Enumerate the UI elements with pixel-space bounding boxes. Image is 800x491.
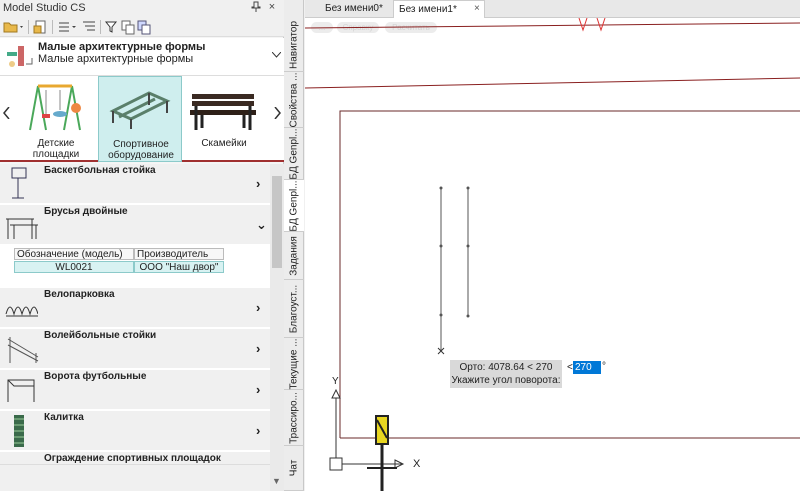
list-scrollbar[interactable]: ▼ (270, 164, 284, 491)
tab-routing[interactable]: Трассиро... (284, 390, 304, 446)
panel-footer (0, 464, 270, 491)
degree-symbol: ° (602, 361, 606, 372)
rotation-tooltip: Орто: 4078.64 < 270 Укажите угол поворот… (450, 360, 562, 388)
list-item-name: Ворота футбольные (44, 371, 147, 382)
model-detail-table: Обозначение (модель) Производитель WL002… (14, 248, 224, 274)
pin-icon[interactable] (250, 1, 262, 15)
chevron-right-icon[interactable]: › (256, 176, 260, 191)
gallery-next-icon[interactable] (274, 106, 281, 122)
tab-tasks[interactable]: Задания (284, 232, 304, 280)
category-subtitle: Малые архитектурные формы (38, 53, 194, 65)
tab-landscaping[interactable]: Благоуст... (284, 280, 304, 338)
open-folder-icon[interactable] (3, 19, 25, 35)
gallery-item-label: Спортивное оборудование (108, 139, 174, 161)
model-studio-panel: Model Studio CS × Малые архитектурные фо… (0, 0, 284, 491)
tab-db-genplan-1[interactable]: БД Genpl... (284, 128, 304, 180)
list-item-name: Калитка (44, 412, 84, 423)
parallel-bars-thumbnail-icon (109, 91, 171, 129)
side-tabs: Навигатор Свойства ... БД Genpl... БД Ge… (284, 0, 304, 491)
gallery-item-playgrounds[interactable]: Детские площадки (14, 76, 98, 162)
gallery-item-sports-equipment[interactable]: Спортивное оборудование (98, 76, 182, 162)
toolbar-separator (100, 20, 101, 34)
tab-properties[interactable]: Свойства ... (284, 72, 304, 128)
close-icon[interactable]: × (474, 3, 480, 14)
playground-thumbnail-icon (29, 84, 81, 131)
list-item-bicycle-parking[interactable]: Велопарковка › (0, 288, 270, 328)
insert-icon[interactable] (33, 19, 49, 35)
tab-document-0[interactable]: Без имени0* (319, 0, 393, 18)
tab-navigator[interactable]: Навигатор (284, 18, 304, 72)
drawing-canvas[interactable]: ... Справку Расчитать Y X Орто: 4078.64 … (305, 18, 800, 491)
gallery-item-label: Скамейки (201, 138, 247, 149)
paste-icon[interactable] (136, 19, 152, 35)
sort-icon[interactable] (81, 19, 97, 35)
chevron-right-icon[interactable]: › (256, 382, 260, 397)
list-item-gate[interactable]: Калитка › (0, 411, 270, 451)
detail-column-header: Производитель (134, 248, 224, 260)
gallery-item-benches[interactable]: Скамейки (182, 76, 266, 162)
list-item-basketball[interactable]: Баскетбольная стойка › (0, 164, 270, 204)
list-item-parallel-bars[interactable]: Брусья двойные ⌄ (0, 205, 270, 245)
chevron-right-icon[interactable]: › (256, 423, 260, 438)
detail-column-header: Обозначение (модель) (14, 248, 134, 260)
category-title: Малые архитектурные формы (38, 41, 206, 53)
tab-chat[interactable]: Чат (284, 446, 304, 491)
bicycle-parking-icon (5, 306, 38, 317)
tab-db-genplan-2[interactable]: БД Genpl... (284, 180, 304, 232)
list-item-volleyball[interactable]: Волейбольные стойки › (0, 329, 270, 369)
scroll-down-icon[interactable]: ▼ (272, 476, 281, 486)
chevron-right-icon[interactable]: › (256, 341, 260, 356)
gallery-prev-icon[interactable] (3, 106, 10, 122)
tab-document-1[interactable]: Без имени1* × (393, 0, 485, 18)
filter-icon[interactable] (104, 19, 120, 35)
panel-title: Model Studio CS (3, 2, 86, 14)
list-item-football-goals[interactable]: Ворота футбольные › (0, 370, 270, 410)
angle-prefix: < (567, 362, 573, 373)
bench-thumbnail-icon (190, 94, 256, 130)
angle-input[interactable]: 270 (573, 361, 601, 374)
view-list-icon[interactable] (57, 19, 79, 35)
detail-cell-model[interactable]: WL0021 (14, 261, 134, 273)
panel-titlebar: Model Studio CS × (0, 0, 284, 17)
detail-cell-manufacturer[interactable]: ООО "Наш двор" (134, 261, 224, 273)
volleyball-posts-icon (7, 337, 39, 363)
close-icon[interactable]: × (266, 1, 278, 15)
model-list: Баскетбольная стойка › Брусья двойные ⌄ … (0, 164, 270, 464)
list-item-fence[interactable]: Ограждение спортивных площадок (0, 452, 270, 464)
ortho-readout: Орто: 4078.64 < 270 (459, 362, 553, 373)
ucs-x-label: X (413, 458, 421, 470)
chevron-right-icon[interactable]: › (256, 300, 260, 315)
rotation-prompt: Укажите угол поворота: (451, 375, 561, 386)
scrollbar-thumb[interactable] (272, 176, 282, 268)
football-goal-icon (7, 379, 35, 402)
tab-current[interactable]: Текущие ... (284, 338, 304, 390)
category-icon (4, 42, 34, 75)
list-item-name: Баскетбольная стойка (44, 165, 156, 176)
list-item-name: Брусья двойные (44, 206, 128, 217)
basketball-stand-icon (11, 167, 27, 199)
list-item-name: Ограждение спортивных площадок (44, 453, 221, 464)
gallery-item-label: Детские площадки (32, 138, 80, 160)
subcategory-gallery: Детские площадки Спортивное оборудование… (0, 76, 284, 162)
category-selector[interactable]: Малые архитектурные формы Малые архитект… (0, 38, 284, 76)
document-tabs: Без имени0* Без имени1* × (305, 0, 800, 18)
panel-toolbar (0, 17, 284, 37)
copy-icon[interactable] (120, 19, 136, 35)
gate-icon (14, 415, 24, 447)
drawing-geometry (305, 18, 800, 491)
chevron-down-icon[interactable]: ⌄ (256, 217, 267, 233)
chevron-down-icon[interactable] (271, 50, 282, 61)
ucs-y-label: Y (332, 376, 339, 387)
list-item-name: Волейбольные стойки (44, 330, 157, 341)
list-item-name: Велопарковка (44, 289, 115, 300)
toolbar-separator (52, 20, 53, 34)
parallel-bars-icon (6, 218, 38, 239)
toolbar-separator (28, 20, 29, 34)
